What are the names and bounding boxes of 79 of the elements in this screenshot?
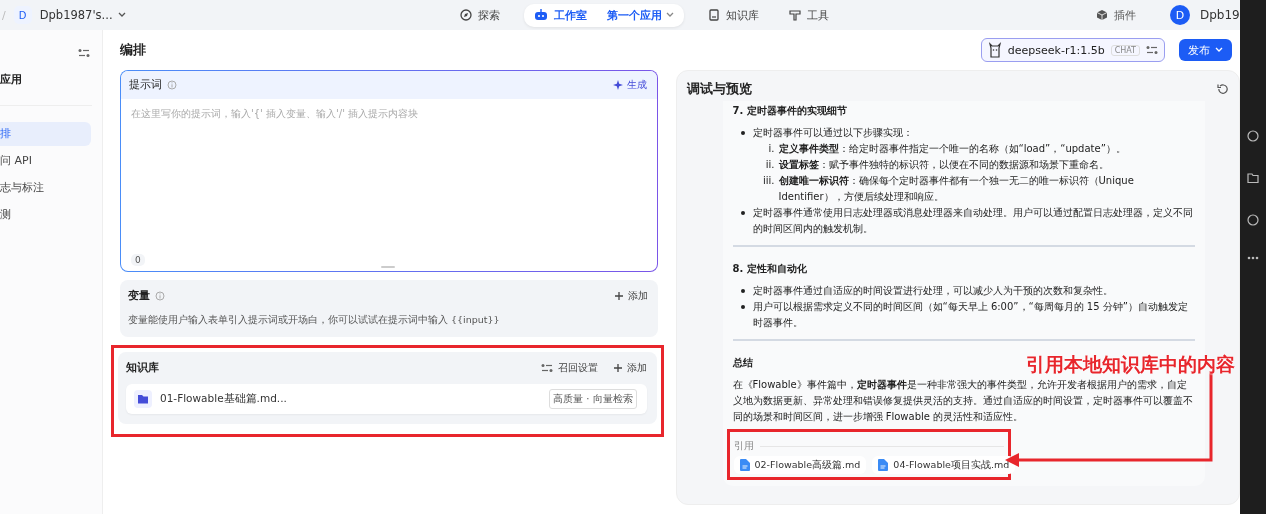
studio-tab[interactable]: 工作室 第一个应用 <box>524 3 684 27</box>
app-title: 应用 <box>0 72 23 87</box>
citations-label: 引用 <box>733 439 754 453</box>
citation-chip[interactable]: 02-Flowable高级篇.md <box>733 456 867 474</box>
citation-chip[interactable]: 04-Flowable项目实战.md <box>872 456 1016 474</box>
nav-tab[interactable]: 探索 <box>454 3 506 27</box>
cube-icon <box>1096 9 1108 21</box>
publish-button[interactable]: 发布 <box>1179 39 1232 61</box>
list-item: 定义事件类型：给定时器事件指定一个唯一的名称（如“load”，“update”）。 <box>778 142 1127 156</box>
dataset-name: 01-Flowable基础篇.md... <box>160 392 287 406</box>
hammer-icon <box>789 9 801 21</box>
nav-tab[interactable]: 知识库 <box>702 3 765 27</box>
panel-title: 调试与预览 <box>686 80 752 98</box>
bullet-icon <box>740 305 745 309</box>
nav-tab[interactable]: 工具 <box>783 3 835 27</box>
section-title: 提示词 <box>129 78 162 92</box>
robot-icon <box>534 9 548 21</box>
settings-icon <box>1146 45 1158 55</box>
answer-heading: 总结 <box>732 356 753 370</box>
app-switcher[interactable]: 第一个应用 <box>607 7 674 23</box>
recall-settings-button[interactable]: 召回设置 <box>540 361 598 375</box>
list-item: 用户可以根据需求定义不同的时间区间（如“每天早上 6:00”，“每周每月的 15 分钟”）自动触发定时器事件。 <box>752 300 1189 330</box>
sidebar-item[interactable]: 志与标注 <box>0 176 91 200</box>
retrieval-badge: 高质量 · 向量检索 <box>548 389 637 409</box>
add-button[interactable]: 添加 <box>613 361 647 375</box>
plus-icon <box>613 364 622 372</box>
llama-icon <box>987 42 1002 58</box>
document-icon <box>878 459 889 471</box>
collapse-icon <box>78 48 90 58</box>
app-name: 第一个应用 <box>607 7 662 23</box>
list-item: 设置标签：赋予事件独特的标识符，以便在不同的数据源和场景下重命名。 <box>778 158 1110 172</box>
section-title: 知识库 <box>126 361 159 375</box>
list-item: 定时器事件可以通过以下步骤实现： <box>752 126 914 140</box>
list-item: 创建唯一标识符：确保每个定时器事件都有一个独一无二的唯一标识符（Unique Identifier），方便后续处理和响应。 <box>778 174 1135 204</box>
book-icon <box>708 9 720 21</box>
plugins-link[interactable]: 插件 <box>1096 7 1136 23</box>
breadcrumb-separator: / <box>2 8 6 22</box>
section-title: 变量 <box>128 289 150 303</box>
page-title: 编排 <box>120 41 146 59</box>
resize-handle[interactable] <box>381 266 395 268</box>
info-icon <box>155 291 165 301</box>
list-item: 定时器事件通过自适应的时间设置进行处理，可以减少人为干预的次数和复杂性。 <box>752 284 1114 298</box>
bullet-icon <box>740 211 745 215</box>
sliders-icon <box>540 363 553 373</box>
knowledge-item[interactable]: 01-Flowable基础篇.md... 高质量 · 向量检索 <box>126 384 647 414</box>
refresh-icon <box>1217 83 1229 95</box>
sidebar-item[interactable]: 测 <box>0 203 91 227</box>
bullet-icon <box>740 289 745 293</box>
variables-description: 变量能使用户输入表单引入提示词或开场白，你可以试试在提示词中输入 {{input}} <box>128 314 501 327</box>
more-icon <box>1247 256 1259 260</box>
list-item: 定时器事件通常使用日志处理器或消息处理器来自动处理。用户可以通过配置日志处理器，定义不同的时间区间内的触发机制。 <box>752 206 1194 236</box>
plus-icon <box>614 292 623 300</box>
answer-paragraph: 在《Flowable》事件篇中，定时器事件是一种非常强大的事件类型，允许开发者根据用户的需求，自定义地为数据更新、异常处理和错误修复提供灵活的支持。通过自适应的时间设置，定时器事件可以覆盖不同的场景和时间区间，进一步增强 Flowable 的灵活性和适应性。 <box>732 378 1194 424</box>
model-selector[interactable]: deepseek-r1:1.5b CHAT <box>980 38 1165 62</box>
model-tag: CHAT <box>1110 44 1140 56</box>
generate-button[interactable]: 生成 <box>612 78 647 92</box>
list-marker: ii. <box>764 158 775 172</box>
chevron-icon <box>117 12 126 18</box>
workspace-avatar: D <box>13 6 32 24</box>
sparkle-icon <box>612 80 623 90</box>
folder-icon <box>134 390 152 408</box>
sidebar-item[interactable]: 问 API <box>0 149 91 173</box>
bullet-icon <box>740 131 745 135</box>
document-icon <box>739 459 750 471</box>
list-marker: iii. <box>762 174 775 188</box>
model-name: deepseek-r1:1.5b <box>1007 43 1105 57</box>
compass-icon <box>460 9 472 21</box>
add-button[interactable]: 添加 <box>614 289 648 303</box>
info-icon <box>167 80 177 90</box>
answer-heading: 8. 定性和自动化 <box>732 262 807 276</box>
sidebar-item[interactable]: 排 <box>0 122 91 146</box>
chevron-icon <box>1215 47 1223 53</box>
answer-heading: 7. 定时器事件的实现细节 <box>732 104 847 118</box>
list-marker: i. <box>767 142 775 156</box>
folder-icon <box>1247 172 1259 184</box>
chevron-icon <box>666 12 674 18</box>
user-avatar[interactable]: D <box>1170 5 1190 25</box>
plugins-label: 插件 <box>1114 7 1136 23</box>
character-count: 0 <box>131 254 145 266</box>
